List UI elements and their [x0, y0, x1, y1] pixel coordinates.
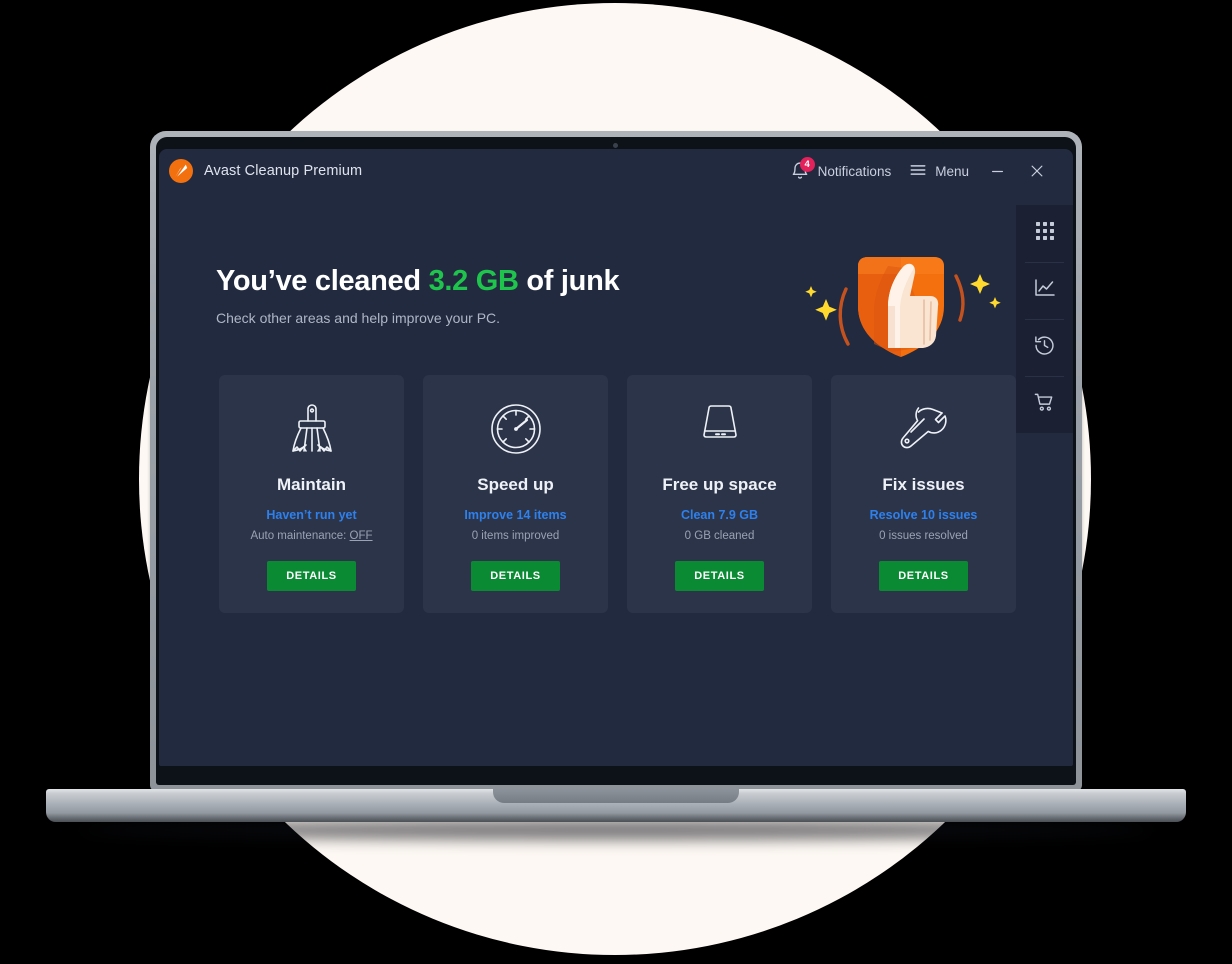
- shield-thumbs-up-icon: [796, 244, 1006, 369]
- brand: Avast Cleanup Premium: [169, 159, 362, 183]
- broom-brush-icon: [287, 397, 337, 461]
- sidebar-item-dashboard[interactable]: [1016, 205, 1073, 262]
- card-title: Maintain: [277, 475, 346, 494]
- card-title: Speed up: [477, 475, 554, 494]
- card-title: Free up space: [662, 475, 777, 494]
- minimize-button[interactable]: [978, 157, 1017, 186]
- speedometer-icon: [489, 397, 543, 461]
- avast-logo-icon: [169, 159, 193, 183]
- shopping-cart-icon: [1033, 391, 1056, 419]
- sidebar-item-store[interactable]: [1016, 376, 1073, 433]
- card-speed-up[interactable]: Speed up Improve 14 items 0 items improv…: [423, 375, 608, 613]
- right-sidebar: [1016, 205, 1073, 433]
- hamburger-icon: [909, 161, 927, 182]
- details-button[interactable]: DETAILS: [267, 561, 356, 591]
- card-subtext-prefix: 0 issues resolved: [879, 530, 968, 542]
- menu-label: Menu: [935, 163, 969, 179]
- action-cards: Maintain Haven’t run yet Auto maintenanc…: [219, 375, 1016, 613]
- performance-chart-icon: [1033, 276, 1057, 305]
- app-titlebar: Avast Cleanup Premium 4 Notifications Me…: [159, 149, 1073, 193]
- sidebar-item-history[interactable]: [1016, 319, 1073, 376]
- title-highlight: 3.2 GB: [428, 265, 519, 297]
- laptop-base-notch: [493, 789, 739, 803]
- titlebar-actions: 4 Notifications Menu: [781, 155, 1057, 188]
- notifications-label: Notifications: [817, 163, 892, 179]
- card-subtext-prefix: Auto maintenance:: [250, 530, 350, 542]
- hero-text: You’ve cleaned 3.2 GB of junk Check othe…: [216, 265, 696, 326]
- card-subtext-prefix: 0 items improved: [471, 530, 560, 542]
- title-prefix: You’ve cleaned: [216, 265, 429, 297]
- notifications-button[interactable]: 4 Notifications: [781, 155, 901, 187]
- page-subtitle: Check other areas and help improve your …: [216, 310, 501, 327]
- card-free-up-space[interactable]: Free up space Clean 7.9 GB 0 GB cleaned …: [627, 375, 812, 613]
- card-action-link[interactable]: Resolve 10 issues: [870, 508, 978, 522]
- title-suffix: of junk: [518, 265, 620, 297]
- card-fix-issues[interactable]: Fix issues Resolve 10 issues 0 issues re…: [831, 375, 1016, 613]
- grid-apps-icon: [1034, 220, 1056, 247]
- card-subtext-value[interactable]: OFF: [350, 530, 373, 542]
- details-button[interactable]: DETAILS: [879, 561, 968, 591]
- card-subtext: Auto maintenance: OFF: [250, 530, 372, 542]
- card-subtext: 0 items improved: [472, 530, 560, 542]
- laptop-shadow: [80, 820, 1152, 840]
- details-button[interactable]: DETAILS: [675, 561, 764, 591]
- notification-badge: 4: [799, 157, 815, 172]
- card-title: Fix issues: [882, 475, 965, 494]
- laptop-mockup: Avast Cleanup Premium 4 Notifications Me…: [0, 0, 1232, 964]
- history-clock-icon: [1033, 334, 1056, 362]
- menu-button[interactable]: Menu: [900, 155, 978, 188]
- card-subtext: 0 issues resolved: [879, 530, 968, 542]
- webcam-icon: [613, 143, 618, 148]
- close-button[interactable]: [1017, 156, 1057, 186]
- card-maintain[interactable]: Maintain Haven’t run yet Auto maintenanc…: [219, 375, 404, 613]
- card-action-link[interactable]: Clean 7.9 GB: [681, 508, 758, 522]
- card-action-link[interactable]: Haven’t run yet: [266, 508, 356, 522]
- wrench-icon: [897, 397, 951, 461]
- details-button[interactable]: DETAILS: [471, 561, 560, 591]
- card-subtext: 0 GB cleaned: [685, 530, 755, 542]
- card-subtext-prefix: 0 GB cleaned: [684, 530, 755, 542]
- hard-drive-icon: [695, 397, 745, 461]
- sidebar-item-performance[interactable]: [1016, 262, 1073, 319]
- app-window: Avast Cleanup Premium 4 Notifications Me…: [159, 149, 1073, 766]
- screenshot-stage: Avast Cleanup Premium 4 Notifications Me…: [0, 0, 1232, 964]
- bell-icon: 4: [790, 157, 815, 181]
- card-action-link[interactable]: Improve 14 items: [464, 508, 566, 522]
- page-title: You’ve cleaned 3.2 GB of junk: [216, 265, 696, 298]
- app-title: Avast Cleanup Premium: [204, 163, 363, 179]
